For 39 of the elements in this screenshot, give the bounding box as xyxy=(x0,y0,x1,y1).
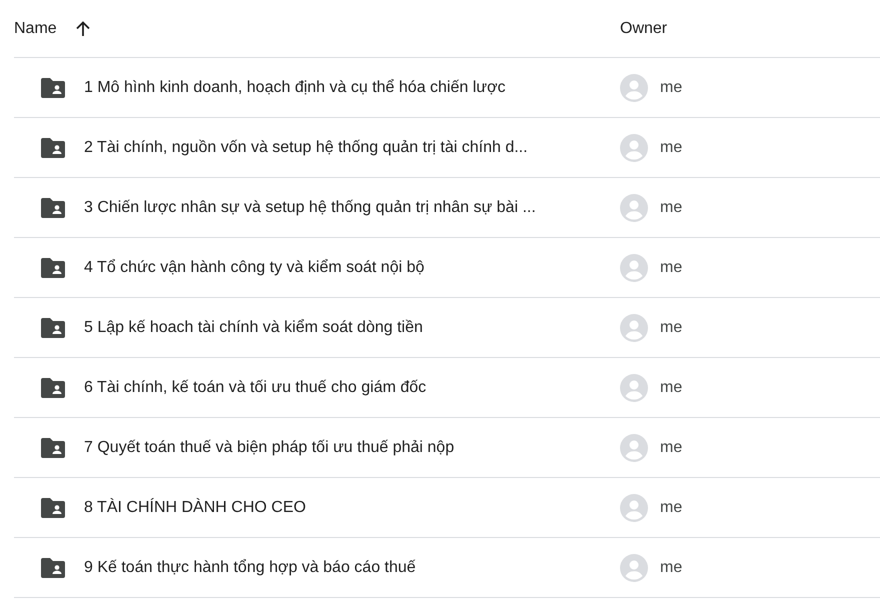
shared-folder-icon xyxy=(41,558,65,578)
owner-name: me xyxy=(660,378,682,396)
shared-folder-icon xyxy=(41,318,65,338)
owner-name: me xyxy=(660,438,682,456)
owner-name: me xyxy=(660,318,682,336)
shared-folder-icon xyxy=(41,198,65,218)
folder-name[interactable]: 7 Quyết toán thuế và biện pháp tối ưu thuế phải nộp xyxy=(84,438,620,456)
owner-name: me xyxy=(660,198,682,216)
shared-folder-icon xyxy=(41,438,65,458)
shared-folder-icon xyxy=(41,498,65,518)
owner-name: me xyxy=(660,138,682,156)
avatar-icon xyxy=(620,374,648,402)
avatar-icon xyxy=(620,554,648,582)
folder-name[interactable]: 5 Lập kế hoach tài chính và kiểm soát dòng tiền xyxy=(84,318,620,336)
folder-name[interactable]: 9 Kế toán thực hành tổng hợp và báo cáo thuế xyxy=(84,558,620,576)
owner-name: me xyxy=(660,258,682,276)
avatar-icon xyxy=(620,494,648,522)
avatar-icon xyxy=(620,314,648,342)
avatar-icon xyxy=(620,134,648,162)
avatar-icon xyxy=(620,194,648,222)
column-header[interactable]: Name xyxy=(14,20,57,38)
shared-folder-icon xyxy=(41,378,65,398)
owner-name: me xyxy=(660,78,682,96)
avatar-icon xyxy=(620,74,648,102)
shared-folder-icon xyxy=(41,258,65,278)
owner-name: me xyxy=(660,558,682,576)
folder-name[interactable]: 2 Tài chính, nguồn vốn và setup hệ thống quản trị tài chính d... xyxy=(84,138,620,156)
avatar-icon xyxy=(620,254,648,282)
folder-name[interactable]: 8 TÀI CHÍNH DÀNH CHO CEO xyxy=(84,498,620,516)
arrow-up-icon[interactable] xyxy=(74,20,91,36)
folder-name[interactable]: 6 Tài chính, kế toán và tối ưu thuế cho giám đốc xyxy=(84,378,620,396)
folder-name[interactable]: 3 Chiến lược nhân sự và setup hệ thống quản trị nhân sự bài ... xyxy=(84,198,620,216)
folder-name[interactable]: 1 Mô hình kinh doanh, hoạch định và cụ thể hóa chiến lược xyxy=(84,78,620,96)
avatar-icon xyxy=(620,434,648,462)
shared-folder-icon xyxy=(41,78,65,98)
folder-name[interactable]: 4 Tổ chức vận hành công ty và kiểm soát nội bộ xyxy=(84,258,620,276)
column-header[interactable]: Owner xyxy=(620,20,668,38)
owner-name: me xyxy=(660,498,682,516)
shared-folder-icon xyxy=(41,138,65,158)
